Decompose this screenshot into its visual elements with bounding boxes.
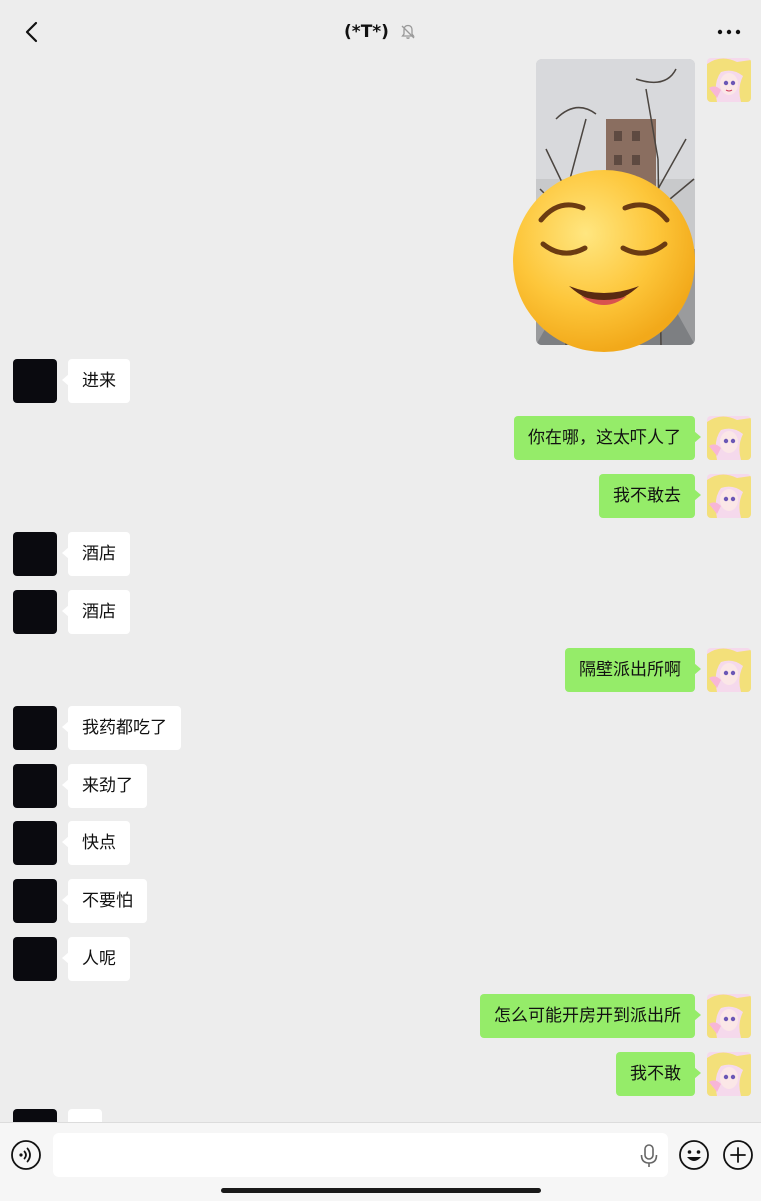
message-bubble[interactable]: 你在哪，这太吓人了 (514, 416, 701, 460)
relieved-face-sticker[interactable] (511, 168, 697, 354)
mic-icon[interactable] (638, 1143, 660, 1169)
avatar[interactable] (13, 359, 57, 403)
avatar[interactable] (13, 764, 57, 808)
avatar[interactable] (707, 1052, 751, 1096)
message-bubble[interactable]: 快点 (62, 821, 130, 865)
message-bubble[interactable]: 我药都吃了 (62, 706, 181, 750)
message-input[interactable] (53, 1133, 668, 1177)
avatar[interactable] (13, 879, 57, 923)
voice-icon[interactable] (10, 1139, 42, 1171)
chat-title: (*T*) (344, 22, 389, 42)
avatar[interactable] (707, 648, 751, 692)
title-area: (*T*) (0, 0, 761, 64)
message-bubble[interactable]: 进来 (62, 359, 130, 403)
message-bubble[interactable]: 来劲了 (62, 764, 147, 808)
ellipsis-icon[interactable] (715, 20, 743, 44)
message-list[interactable]: 进来 你在哪，这太吓人了 我不敢去 酒店 酒店 隔壁派出所啊 我药都吃了 来劲了… (0, 56, 761, 1122)
avatar[interactable] (707, 416, 751, 460)
message-bubble[interactable]: 我不敢去 (599, 474, 701, 518)
plus-icon[interactable] (722, 1139, 754, 1171)
bell-off-icon (401, 24, 415, 39)
message-bubble[interactable]: 酒店 (62, 532, 130, 576)
message-bubble[interactable]: 我不敢 (616, 1052, 701, 1096)
avatar[interactable] (13, 821, 57, 865)
smiley-icon[interactable] (678, 1139, 710, 1171)
message-bubble[interactable]: 不要怕 (62, 879, 147, 923)
avatar[interactable] (13, 706, 57, 750)
message-bubble[interactable]: 怎么可能开房开到派出所 (480, 994, 701, 1038)
avatar[interactable] (707, 474, 751, 518)
avatar[interactable] (13, 937, 57, 981)
chat-header: (*T*) (0, 0, 761, 64)
avatar[interactable] (13, 590, 57, 634)
avatar[interactable] (707, 994, 751, 1038)
message-bubble[interactable]: 隔壁派出所啊 (565, 648, 701, 692)
message-bubble[interactable]: 酒店 (62, 590, 130, 634)
avatar[interactable] (13, 532, 57, 576)
message-bubble[interactable] (68, 1109, 102, 1122)
avatar[interactable] (707, 58, 751, 102)
home-indicator (221, 1188, 541, 1193)
avatar[interactable] (13, 1109, 57, 1122)
message-bubble[interactable]: 人呢 (62, 937, 130, 981)
